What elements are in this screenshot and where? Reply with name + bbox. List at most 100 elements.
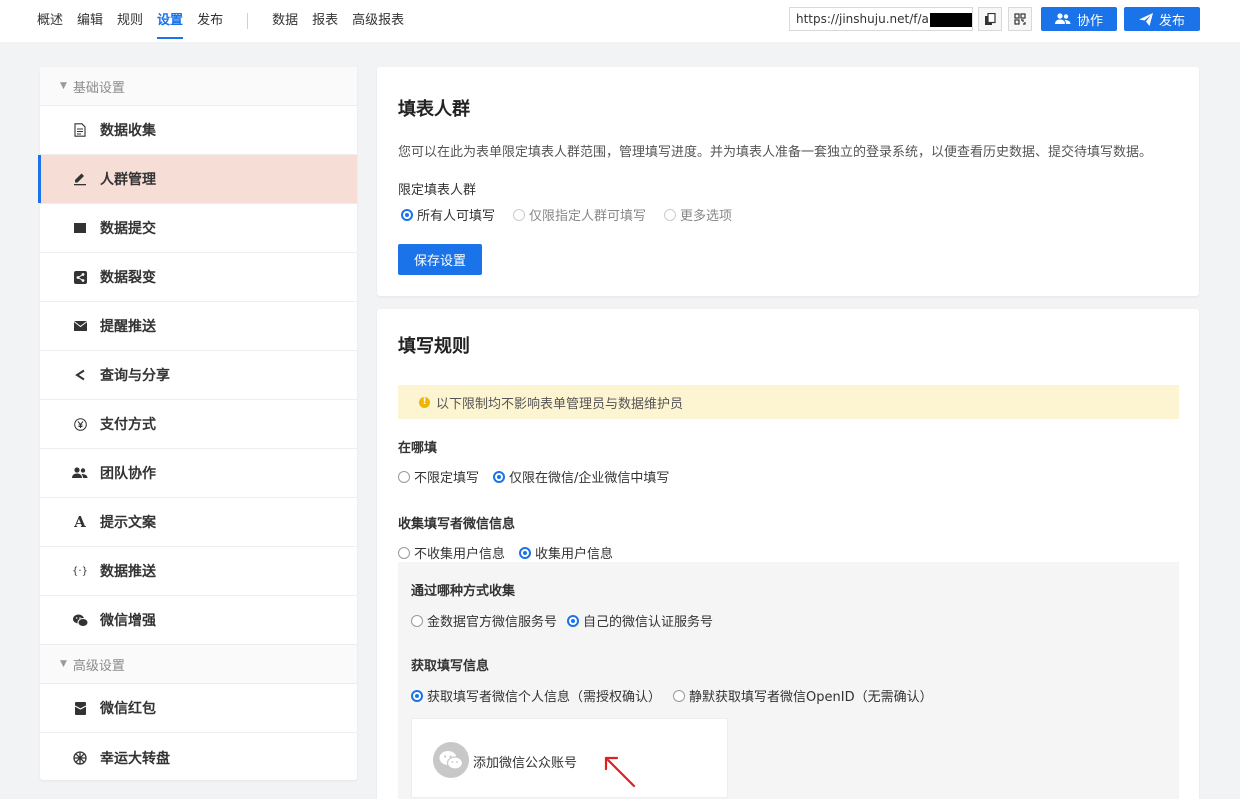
fill-rules-title: 填写规则 <box>398 336 470 357</box>
text-icon: A <box>74 513 86 531</box>
add-wechat-account-label: 添加微信公众账号 <box>473 756 578 771</box>
where-label: 在哪填 <box>398 441 438 456</box>
sidebar-item-label: 团队协作 <box>100 466 156 482</box>
form-url-field[interactable]: https://jinshuju.net/f/a <box>789 7 973 31</box>
envelope-icon <box>72 318 88 334</box>
team-icon <box>72 465 88 481</box>
audience-description: 您可以在此为表单限定填表人群范围，管理填写进度。并为填表人准备一套独立的登录系统… <box>398 145 1153 160</box>
sidebar-item-wechat-enhance[interactable]: 微信增强 <box>40 596 357 645</box>
nav-overview[interactable]: 概述 <box>37 0 63 42</box>
copy-link-button[interactable] <box>978 7 1002 31</box>
copy-icon <box>985 12 996 25</box>
radio-wechat-only[interactable]: 仅限在微信/企业微信中填写 <box>493 467 669 486</box>
collect-options: 不收集用户信息 收集用户信息 <box>398 543 631 562</box>
nav-publish[interactable]: 发布 <box>197 0 223 42</box>
sidebar-group-advanced[interactable]: ▼ 高级设置 <box>40 645 357 684</box>
sidebar-item-wechat-redpacket[interactable]: 微信红包 <box>40 684 357 733</box>
radio-personal-info[interactable]: 获取填写者微信个人信息（需授权确认） <box>411 686 661 705</box>
radio-everyone[interactable]: 所有人可填写 <box>401 205 495 224</box>
sidebar-item-label: 幸运大转盘 <box>100 750 170 767</box>
sidebar-item-query-share[interactable]: 查询与分享 <box>40 351 357 400</box>
sidebar-item-label: 数据裂变 <box>100 270 156 286</box>
restrict-audience-label: 限定填表人群 <box>398 183 477 198</box>
collaborate-label: 协作 <box>1076 13 1103 29</box>
collect-method-options: 金数据官方微信服务号 自己的微信认证服务号 <box>411 611 731 630</box>
braces-icon: {·} <box>72 565 88 577</box>
sidebar-item-payment[interactable]: 支付方式 <box>40 400 357 449</box>
publish-label: 发布 <box>1158 13 1185 29</box>
caret-down-icon: ▼ <box>60 659 67 669</box>
caret-down-icon: ▼ <box>60 81 67 91</box>
nav-rules[interactable]: 规则 <box>117 0 143 42</box>
radio-selected-icon <box>493 470 506 483</box>
share-icon <box>72 367 88 383</box>
sidebar-item-label: 微信红包 <box>100 701 156 717</box>
radio-label: 静默获取填写者微信OpenID（无需确认） <box>689 690 933 705</box>
radio-unselected-icon <box>411 614 423 627</box>
radio-label: 更多选项 <box>680 209 733 224</box>
sidebar-item-reminder[interactable]: 提醒推送 <box>40 302 357 351</box>
notice-text: 以下限制均不影响表单管理员与数据维护员 <box>436 396 684 412</box>
radio-selected-icon <box>567 614 580 627</box>
warning-icon: ! <box>419 396 430 408</box>
wheel-icon <box>72 750 88 766</box>
sidebar-item-data-collection[interactable]: 数据收集 <box>40 106 357 155</box>
redpacket-icon <box>72 700 88 716</box>
radio-label: 仅限在微信/企业微信中填写 <box>509 471 670 486</box>
pen-icon <box>72 171 88 187</box>
nav-settings[interactable]: 设置 <box>157 0 184 42</box>
sidebar-item-hint-text[interactable]: A 提示文案 <box>40 498 357 547</box>
red-arrow-annotation <box>604 756 636 788</box>
square-icon <box>72 220 88 236</box>
sidebar-group-basic[interactable]: ▼ 基础设置 <box>40 67 357 106</box>
nav-report[interactable]: 报表 <box>312 0 338 42</box>
radio-specified-group[interactable]: 仅限指定人群可填写 <box>513 205 646 224</box>
radio-selected-icon <box>411 689 423 702</box>
radio-label: 不收集用户信息 <box>414 547 506 562</box>
nav-advanced-report[interactable]: 高级报表 <box>352 0 404 42</box>
form-url-text: https://jinshuju.net/f/a <box>796 12 929 26</box>
sidebar-item-data-submit[interactable]: 数据提交 <box>40 204 357 253</box>
radio-unselected-icon <box>398 546 410 559</box>
radio-unselected-icon <box>673 689 686 702</box>
nav-divider <box>247 13 249 29</box>
audience-title: 填表人群 <box>398 99 470 120</box>
radio-no-collect[interactable]: 不收集用户信息 <box>398 543 505 562</box>
radio-more-options[interactable]: 更多选项 <box>664 205 732 224</box>
radio-no-restriction[interactable]: 不限定填写 <box>398 467 479 486</box>
save-settings-button[interactable]: 保存设置 <box>398 244 482 275</box>
radio-unselected-icon <box>513 208 526 221</box>
document-icon <box>72 122 88 138</box>
radio-label: 收集用户信息 <box>535 547 614 562</box>
radio-collect-user-info[interactable]: 收集用户信息 <box>519 543 613 562</box>
where-options: 不限定填写 仅限在微信/企业微信中填写 <box>398 467 687 486</box>
radio-label: 不限定填写 <box>414 471 480 486</box>
nav-data[interactable]: 数据 <box>272 0 298 42</box>
sidebar-item-label: 提示文案 <box>100 515 156 531</box>
sidebar-item-label: 提醒推送 <box>100 319 156 335</box>
sidebar-item-audience[interactable]: 人群管理 <box>38 155 357 204</box>
radio-selected-icon <box>401 208 413 221</box>
restrict-audience-options: 所有人可填写 仅限指定人群可填写 更多选项 <box>401 205 750 224</box>
sidebar-item-lucky-wheel[interactable]: 幸运大转盘 <box>40 733 357 782</box>
sidebar-item-label: 数据收集 <box>100 123 156 139</box>
collaborate-button[interactable]: 协作 <box>1041 7 1117 31</box>
radio-silent-openid[interactable]: 静默获取填写者微信OpenID（无需确认） <box>673 686 933 705</box>
radio-own-account[interactable]: 自己的微信认证服务号 <box>567 611 713 630</box>
sidebar-item-data-push[interactable]: {·} 数据推送 <box>40 547 357 596</box>
sidebar-item-data-fission[interactable]: 数据裂变 <box>40 253 357 302</box>
collect-settings-panel: 通过哪种方式收集 金数据官方微信服务号 自己的微信认证服务号 获取填写信息 获取… <box>398 562 1179 799</box>
qrcode-icon <box>1014 13 1026 25</box>
fission-icon <box>72 269 88 285</box>
qrcode-button[interactable] <box>1008 7 1032 31</box>
collect-wechat-info-label: 收集填写者微信信息 <box>398 517 516 532</box>
sidebar-item-label: 数据推送 <box>100 564 156 580</box>
publish-button[interactable]: 发布 <box>1124 7 1200 31</box>
fetch-info-label: 获取填写信息 <box>411 659 490 674</box>
add-wechat-account-box[interactable]: 添加微信公众账号 <box>411 718 728 798</box>
sidebar-item-team[interactable]: 团队协作 <box>40 449 357 498</box>
sidebar-item-label: 数据提交 <box>100 221 156 237</box>
fill-rules-card: 填写规则 ! 以下限制均不影响表单管理员与数据维护员 在哪填 不限定填写 仅限在… <box>377 309 1199 799</box>
radio-official-account[interactable]: 金数据官方微信服务号 <box>411 611 557 630</box>
nav-edit[interactable]: 编辑 <box>77 0 103 42</box>
